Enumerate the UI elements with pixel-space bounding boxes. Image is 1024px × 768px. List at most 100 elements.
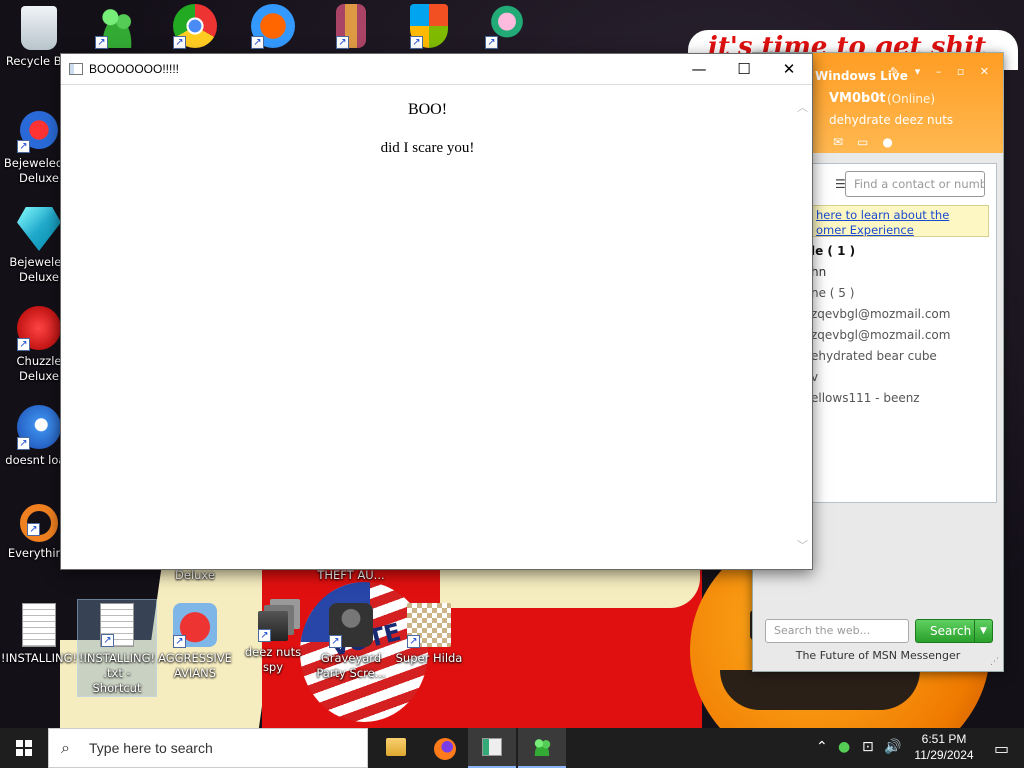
desktop-icon-label: AGGRESSIVE AVIANS [158,651,232,680]
shortcut-arrow-icon: ↗ [329,635,342,648]
desktop-icon-windows-shield[interactable]: ↗ [390,4,468,52]
desktop-icon-installing-txt[interactable]: !INSTALLING! [0,603,78,666]
network-icon[interactable]: ⊡ [862,739,874,755]
desktop-icon-label: Deluxe [175,568,215,582]
clock[interactable]: 6:51 PM 11/29/2024 [908,731,980,763]
desktop-icon-winrar[interactable]: ↗ [312,4,390,52]
contact-group[interactable]: ne ( 5 ) [811,283,995,304]
spy-icon: ↗ [258,611,288,642]
desktop-icon-installing-shortcut[interactable]: ↗ !INSTALLING!.txt - Shortcut [77,599,157,697]
contact-item[interactable]: ehydrated bear cube [811,346,995,367]
desktop-icon-label: !INSTALLING!.txt - Shortcut [78,651,156,695]
messenger-status[interactable]: (Online) [887,92,935,106]
bejeweled-icon [17,207,61,251]
boo-window[interactable]: BOOOOOOO!!!!! — ☐ ✕ BOO! did I scare you… [60,53,813,570]
messenger-tray-icon[interactable]: ● [838,739,850,755]
search-icon: ⌕ [61,738,70,757]
desktop-icon-super-hilda[interactable]: ↗ Super Hilda [390,603,468,666]
desktop-icon-label: !INSTALLING! [0,651,78,665]
find-contact-bar: ☰▾ Find a contact or number [813,171,993,199]
shortcut-arrow-icon: ↗ [17,140,30,153]
shortcut-arrow-icon: ↗ [336,36,349,49]
shortcut-arrow-icon: ↗ [407,635,420,648]
notification-center-button[interactable]: ▭ [980,728,1024,768]
wallpaper-shape [440,570,700,608]
messenger-info-link[interactable]: here to learn about the omer Experience … [811,205,989,237]
chevron-up-icon[interactable]: ⌃ [816,739,828,755]
taskbar-firefox[interactable] [420,728,468,768]
shortcut-arrow-icon: ↗ [17,338,30,351]
messenger-window-controls[interactable]: ✎ ▾ – ▫ ✕ [890,65,995,78]
shortcut-arrow-icon: ↗ [101,634,114,647]
desktop-icon-messenger[interactable]: ↗ [78,4,156,52]
volume-icon[interactable]: 🔊 [884,739,901,755]
everything-icon: ↗ [20,504,58,542]
search-placeholder: Type here to search [89,740,213,756]
shortcut-arrow-icon: ↗ [17,437,30,450]
taskbar-file-explorer[interactable] [372,728,420,768]
bejeweled-2-icon: ↗ [17,108,61,153]
find-contact-input[interactable]: Find a contact or number [845,171,985,197]
maximize-button[interactable]: ☐ [721,54,767,84]
chuzzle-icon: ↗ [17,306,61,351]
scroll-up-icon[interactable]: ︿ [797,99,808,115]
taskbar: ⌕ Type here to search ⌃ ● ⊡ 🔊 6:51 PM 11… [0,728,1024,768]
desktop-icon-game-character[interactable]: ↗ [468,4,546,52]
desktop-icon-theft-auto-partial[interactable]: THEFT AU... [312,568,390,584]
firefox-icon [434,738,456,760]
app-window-icon [69,63,83,75]
taskbar-search-box[interactable]: ⌕ Type here to search [48,728,368,768]
text-file-icon [22,603,56,647]
shortcut-arrow-icon: ↗ [251,36,264,49]
contact-item[interactable]: ellows111 - beenz [811,388,995,409]
desktop-icon-deluxe-partial[interactable]: Deluxe [156,568,234,584]
title-bar[interactable]: BOOOOOOO!!!!! — ☐ ✕ [61,54,812,85]
recycle-bin-icon [21,6,57,50]
shortcut-arrow-icon: ↗ [95,36,108,49]
minimize-button[interactable]: — [676,54,722,84]
angry-birds-icon: ↗ [173,603,217,648]
messenger-icon [532,738,552,756]
desktop-icon-peggle[interactable]: ↗ [234,4,312,52]
shortcut-arrow-icon: ↗ [27,523,40,536]
desktop-icon-aggressive-avians[interactable]: ↗ AGGRESSIVE AVIANS [156,603,234,681]
desktop-icon-label: THEFT AU... [317,568,385,582]
boo-message: did I scare you! [380,140,475,156]
contact-item[interactable]: v [811,367,995,388]
notification-icon: ▭ [994,739,1010,758]
web-search-bar: Search the web... Search ▼ [765,619,995,645]
messenger-personal-message[interactable]: dehydrate deez nuts [829,113,953,127]
scroll-down-icon[interactable]: ﹀ [797,537,808,553]
web-search-input[interactable]: Search the web... [765,619,909,643]
contact-item[interactable]: zqevbgl@mozmail.com [811,325,995,346]
close-button[interactable]: ✕ [766,54,812,84]
taskbar-boo-window[interactable] [468,728,516,768]
desktop-icon-label: deez nuts spy [244,645,302,674]
info-link-line: omer Experience [816,223,914,237]
info-link-line: here to learn about the [816,208,950,222]
web-search-button[interactable]: Search ▼ [915,619,993,643]
shortcut-arrow-icon: ↗ [173,36,186,49]
chevron-down-icon[interactable]: ▼ [974,620,992,642]
vertical-scrollbar[interactable]: ︿ ﹀ [795,85,812,569]
window-content: BOO! did I scare you! ︿ ﹀ [61,85,812,569]
super-hilda-icon: ↗ [407,603,451,648]
resize-grip-icon[interactable]: ⋰ [990,657,999,667]
contact-item[interactable]: hn [811,262,995,283]
taskbar-messenger[interactable] [518,728,566,768]
messenger-footer: The Future of MSN Messenger [795,649,961,662]
contact-item[interactable]: zqevbgl@mozmail.com [811,304,995,325]
winrar-icon: ↗ [336,4,366,49]
desktop-icon-chrome[interactable]: ↗ [156,4,234,52]
shortcut-arrow-icon: ↗ [410,36,423,49]
boo-heading: BOO! [407,101,448,118]
messenger-toolbar-icons[interactable]: ✉▭● [833,135,907,149]
thunderbird-icon: ↗ [17,405,61,450]
messenger-username[interactable]: VM0b0t [829,91,886,106]
contact-list: le ( 1 ) hn ne ( 5 ) zqevbgl@mozmail.com… [811,241,995,409]
start-button[interactable] [0,728,48,768]
desktop-icon-graveyard-party[interactable]: ↗ Graveyard Party Scre... [312,603,390,681]
desktop-icon-deez-nuts-spy[interactable]: ↗ deez nuts spy [234,603,312,675]
contact-group[interactable]: le ( 1 ) [811,241,995,262]
messenger-people-icon: ↗ [95,4,139,49]
